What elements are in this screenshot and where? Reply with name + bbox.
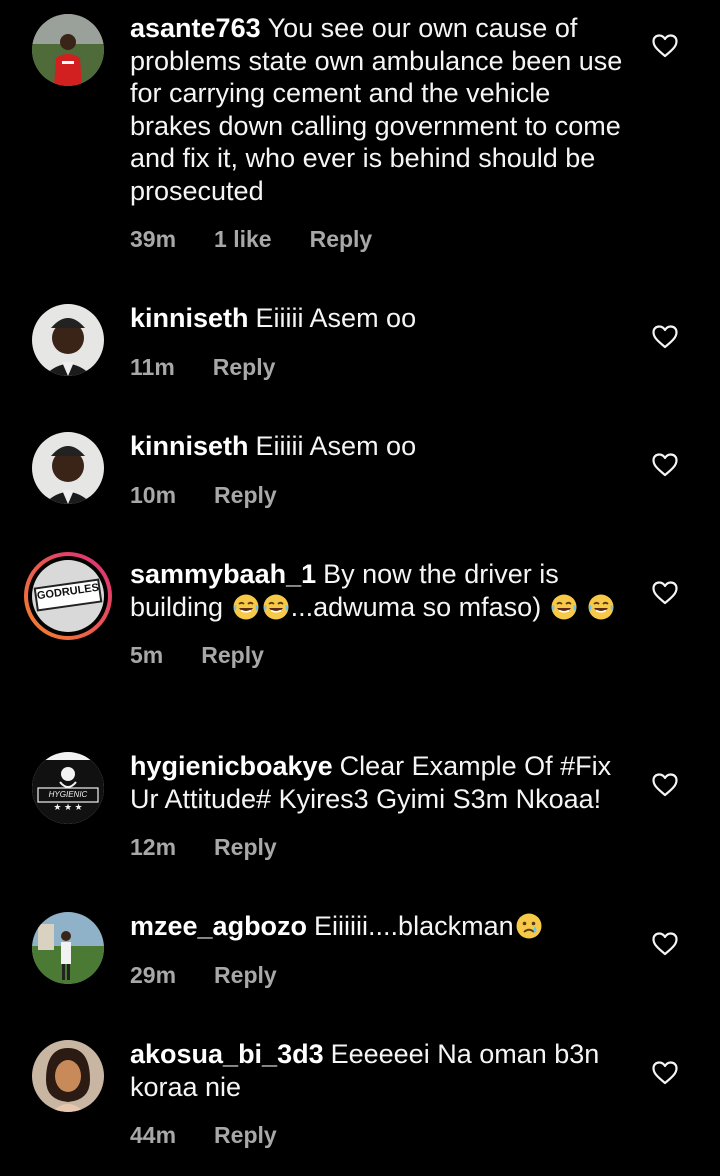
username[interactable]: akosua_bi_3d3 xyxy=(130,1039,324,1069)
timestamp: 5m xyxy=(130,642,164,668)
timestamp: 10m xyxy=(130,481,177,508)
comment-text-part2: ...adwuma so mfaso) xyxy=(290,591,542,622)
tears-of-joy-emoji-icon xyxy=(262,593,290,621)
avatar[interactable]: ★ ★ ★ HYGIENIC xyxy=(32,752,104,824)
avatar-text: HYGIENIC xyxy=(48,790,88,799)
username[interactable]: mzee_agbozo xyxy=(130,911,307,941)
reply-button[interactable]: Reply xyxy=(214,481,277,509)
svg-text:★ ★ ★: ★ ★ ★ xyxy=(53,802,82,812)
timestamp: 44m xyxy=(130,1122,177,1148)
username[interactable]: kinniseth xyxy=(130,431,249,461)
heart-outline-icon[interactable] xyxy=(652,34,678,58)
heart-outline-icon[interactable] xyxy=(652,453,678,477)
reply-button[interactable]: Reply xyxy=(214,833,277,861)
reply-button[interactable]: Reply xyxy=(214,1121,277,1149)
comment-text: Eiiiiii....blackman xyxy=(314,911,514,941)
timestamp: 29m xyxy=(130,961,177,988)
heart-outline-icon[interactable] xyxy=(652,325,678,349)
username[interactable]: asante763 xyxy=(130,13,261,43)
reply-button[interactable]: Reply xyxy=(213,353,276,381)
avatar[interactable] xyxy=(32,912,104,984)
heart-outline-icon[interactable] xyxy=(652,773,678,797)
avatar[interactable] xyxy=(32,1040,104,1112)
avatar[interactable] xyxy=(32,14,104,86)
username[interactable]: sammybaah_1 xyxy=(130,559,316,589)
timestamp: 39m xyxy=(130,226,177,252)
timestamp: 11m xyxy=(130,353,175,380)
reply-button[interactable]: Reply xyxy=(310,225,373,253)
username[interactable]: kinniseth xyxy=(130,303,249,333)
heart-outline-icon[interactable] xyxy=(652,1061,678,1085)
comments-screen: { "comments": [ { "username": "asante763… xyxy=(0,0,720,1176)
heart-outline-icon[interactable] xyxy=(652,581,678,605)
avatar[interactable] xyxy=(32,304,104,376)
heart-outline-icon[interactable] xyxy=(652,932,678,956)
crying-face-emoji-icon xyxy=(515,912,543,940)
username[interactable]: hygienicboakye xyxy=(130,751,333,781)
reply-button[interactable]: Reply xyxy=(201,641,264,669)
tears-of-joy-emoji-icon xyxy=(587,593,615,621)
story-ring[interactable]: GODRULES xyxy=(24,552,112,640)
timestamp: 12m xyxy=(130,834,177,860)
avatar[interactable] xyxy=(32,432,104,504)
comment-text: Eiiiii Asem oo xyxy=(255,303,417,333)
like-count[interactable]: 1 like xyxy=(214,225,272,253)
tears-of-joy-emoji-icon xyxy=(550,593,578,621)
tears-of-joy-emoji-icon xyxy=(232,593,260,621)
comment-text: Eiiiii Asem oo xyxy=(255,431,417,461)
reply-button[interactable]: Reply xyxy=(214,961,277,989)
